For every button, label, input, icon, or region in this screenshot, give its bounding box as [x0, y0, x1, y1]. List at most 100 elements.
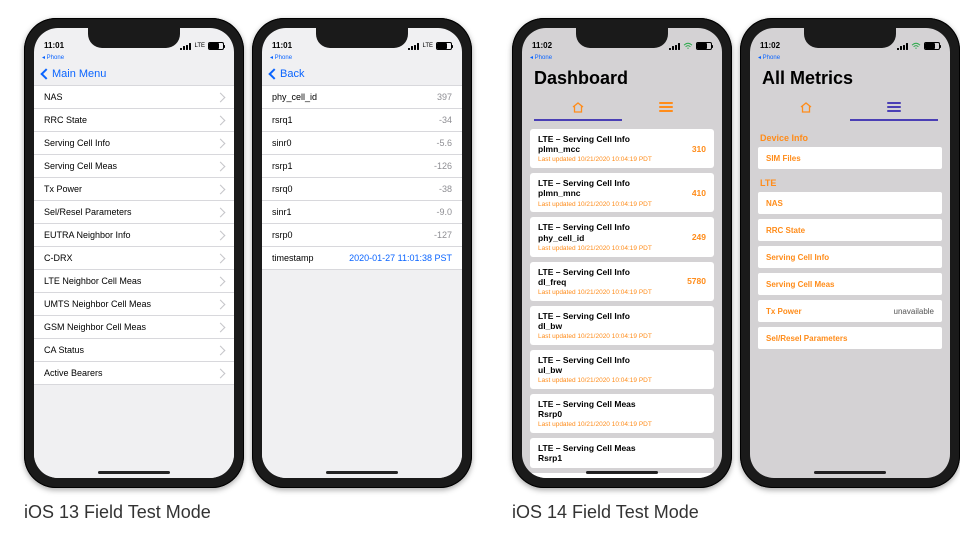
menu-item[interactable]: Active Bearers	[34, 362, 234, 385]
dashboard-card[interactable]: LTE – Serving Cell MeasRsrp1	[530, 438, 714, 467]
menu-item[interactable]: Tx Power	[34, 178, 234, 201]
return-to-phone[interactable]: ◂ Phone	[522, 52, 722, 62]
metric-row[interactable]: Serving Cell Info	[758, 246, 942, 268]
back-button[interactable]: Main Menu	[42, 68, 106, 80]
dashboard-card[interactable]: LTE – Serving Cell Infoplmn_mncLast upda…	[530, 173, 714, 212]
card-updated: Last updated 10/21/2020 10:04:19 PDT	[538, 289, 706, 297]
card-metric: plmn_mnc	[538, 188, 706, 198]
card-value: 410	[692, 188, 706, 198]
tab-bar	[534, 95, 710, 121]
header: Dashboard	[522, 62, 722, 125]
tab-dashboard[interactable]	[762, 95, 850, 121]
return-to-phone[interactable]: ◂ Phone	[262, 52, 462, 62]
menu-item-label: Active Bearers	[44, 368, 103, 378]
tab-metrics[interactable]	[850, 95, 938, 121]
home-indicator[interactable]	[98, 471, 170, 474]
home-icon	[571, 101, 585, 113]
phone-ios14-dashboard: 11:02 ◂ Phone Dashboard	[512, 18, 732, 488]
menu-item-label: EUTRA Neighbor Info	[44, 230, 131, 240]
menu-item-label: LTE Neighbor Cell Meas	[44, 276, 141, 286]
menu-item-label: Sel/Resel Parameters	[44, 207, 132, 217]
menu-item[interactable]: RRC State	[34, 109, 234, 132]
menu-item[interactable]: Sel/Resel Parameters	[34, 201, 234, 224]
clock: 11:01	[272, 41, 292, 50]
dashboard-card[interactable]: LTE – Serving Cell Infodl_bwLast updated…	[530, 306, 714, 345]
metric-row[interactable]: RRC State	[758, 219, 942, 241]
dashboard-list[interactable]: LTE – Serving Cell Info plmn_mcc Last upda…	[522, 125, 722, 478]
list-icon	[887, 102, 901, 112]
card-updated: Last updated 10/21/2020 10:04:19 PDT	[538, 245, 706, 253]
metric-row[interactable]: NAS	[758, 192, 942, 214]
dashboard-card[interactable]: LTE – Serving Cell Infophy_cell_idLast u…	[530, 217, 714, 256]
chevron-right-icon	[216, 322, 226, 332]
dashboard-card[interactable]: LTE – Serving Cell MeasRsrp0Last updated…	[530, 394, 714, 433]
screen: 11:02 ◂ Phone Dashboard	[522, 28, 722, 478]
detail-value: -9.0	[436, 207, 452, 217]
menu-list[interactable]: NAS RRC State Serving Cell Info Serving Cel…	[34, 86, 234, 478]
menu-item[interactable]: CA Status	[34, 339, 234, 362]
home-indicator[interactable]	[814, 471, 886, 474]
card-value: 249	[692, 232, 706, 242]
menu-item[interactable]: Serving Cell Meas	[34, 155, 234, 178]
detail-row: rsrp0-127	[262, 224, 462, 247]
chevron-right-icon	[216, 207, 226, 217]
dashboard-card[interactable]: LTE – Serving Cell Infoplmn_mccLast upda…	[530, 129, 714, 168]
metric-key: Serving Cell Info	[766, 253, 829, 262]
menu-item-label: RRC State	[44, 115, 87, 125]
card-group: LTE – Serving Cell Info	[538, 355, 706, 365]
home-icon	[799, 101, 813, 113]
detail-row: sinr0-5.6	[262, 132, 462, 155]
detail-key: rsrq1	[272, 115, 293, 125]
network-label: LTE	[422, 43, 433, 49]
detail-key: timestamp	[272, 253, 314, 263]
nav-bar: Main Menu	[34, 62, 234, 86]
menu-item[interactable]: UMTS Neighbor Cell Meas	[34, 293, 234, 316]
card-updated: Last updated 10/21/2020 10:04:19 PDT	[538, 421, 706, 429]
tab-dashboard[interactable]	[534, 95, 622, 121]
detail-key: phy_cell_id	[272, 92, 317, 102]
menu-item[interactable]: NAS	[34, 86, 234, 109]
metric-key: Sel/Resel Parameters	[766, 334, 847, 343]
wifi-icon	[911, 42, 921, 50]
ios13-group: 11:01 LTE ◂ Phone Main Menu	[24, 18, 472, 523]
clock: 11:02	[532, 41, 552, 50]
tab-metrics[interactable]	[622, 95, 710, 121]
chevron-right-icon	[216, 161, 226, 171]
detail-row: phy_cell_id397	[262, 86, 462, 109]
menu-item[interactable]: C-DRX	[34, 247, 234, 270]
menu-item-label: Serving Cell Meas	[44, 161, 117, 171]
dashboard-card[interactable]: LTE – Serving Cell Infodl_freqLast updat…	[530, 262, 714, 301]
menu-item[interactable]: GSM Neighbor Cell Meas	[34, 316, 234, 339]
ios14-group: 11:02 ◂ Phone Dashboard	[512, 18, 960, 523]
metric-row[interactable]: Tx Powerunavailable	[758, 300, 942, 322]
home-indicator[interactable]	[326, 471, 398, 474]
wifi-icon	[683, 42, 693, 50]
detail-list[interactable]: phy_cell_id397rsrq1-34sinr0-5.6rsrp1-126…	[262, 86, 462, 478]
dashboard-card[interactable]: LTE – Serving Cell Infoul_bwLast updated…	[530, 350, 714, 389]
figure-row: 11:01 LTE ◂ Phone Main Menu	[24, 18, 936, 523]
card-updated: Last updated 10/21/2020 10:04:19 PDT	[538, 377, 706, 385]
menu-item-label: CA Status	[44, 345, 84, 355]
detail-key: sinr1	[272, 207, 292, 217]
return-to-phone[interactable]: ◂ Phone	[34, 52, 234, 62]
back-button[interactable]: Back	[270, 68, 304, 80]
screen: 11:01 LTE ◂ Phone Back	[262, 28, 462, 478]
menu-item[interactable]: EUTRA Neighbor Info	[34, 224, 234, 247]
return-to-phone[interactable]: ◂ Phone	[750, 52, 950, 62]
menu-item[interactable]: Serving Cell Info	[34, 132, 234, 155]
metric-row[interactable]: Sel/Resel Parameters	[758, 327, 942, 349]
metric-key: Tx Power	[766, 307, 802, 316]
home-indicator[interactable]	[586, 471, 658, 474]
menu-item[interactable]: LTE Neighbor Cell Meas	[34, 270, 234, 293]
ios13-pair: 11:01 LTE ◂ Phone Main Menu	[24, 18, 472, 488]
battery-icon	[436, 42, 452, 50]
screen: 11:01 LTE ◂ Phone Main Menu	[34, 28, 234, 478]
notch	[576, 28, 668, 48]
metric-row[interactable]: SIM Files	[758, 147, 942, 169]
metric-row[interactable]: Serving Cell Meas	[758, 273, 942, 295]
menu-item-label: Tx Power	[44, 184, 82, 194]
metrics-list[interactable]: Device InfoSIM FilesLTENASRRC StateServi…	[750, 125, 950, 478]
detail-value: -38	[439, 184, 452, 194]
phone-ios14-metrics: 11:02 ◂ Phone All Metrics	[740, 18, 960, 488]
card-metric: plmn_mcc	[538, 144, 706, 154]
